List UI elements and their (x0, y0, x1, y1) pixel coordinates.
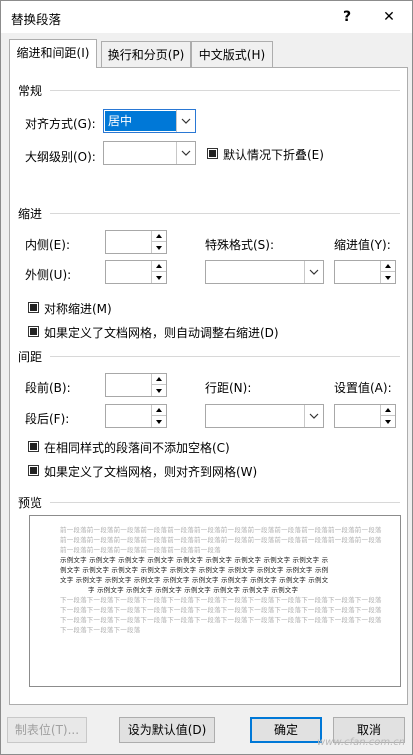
spacing-at-label: 设置值(A): (334, 381, 392, 395)
tab-panel: 常规 对齐方式(G): 居中 大纲级别(O): 默认情况下折叠(E) 缩进 内侧… (9, 67, 408, 705)
special-indent-label: 特殊格式(S): (205, 238, 275, 252)
preview-previous-paragraph: 前一段落前一段落前一段落前一段落前一段落前一段落 (60, 546, 221, 554)
preview-sample-text: 示例文字 示例文字 示例文字 示例文字 示例文字 示例文字 示例文字 示例文字 … (60, 556, 329, 564)
alignment-label: 对齐方式(G): (25, 117, 96, 131)
spacing-at-spinner[interactable] (334, 404, 396, 428)
spin-down-icon[interactable] (381, 272, 395, 283)
spacing-after-spinner[interactable] (105, 404, 167, 428)
indent-left-spinner[interactable] (105, 230, 167, 254)
spin-down-icon[interactable] (152, 385, 166, 396)
preview-previous-paragraph: 前一段落前一段落前一段落前一段落前一段落前一段落前一段落前一段落前一段落前一段落… (60, 526, 382, 534)
preview-box: 前一段落前一段落前一段落前一段落前一段落前一段落前一段落前一段落前一段落前一段落… (29, 515, 401, 687)
spin-buttons (380, 261, 395, 283)
snap-to-grid-checkbox[interactable] (28, 465, 39, 476)
spin-buttons (151, 231, 166, 253)
auto-adjust-right-indent-checkbox[interactable] (28, 326, 39, 337)
spin-buttons (380, 405, 395, 427)
indent-left-label: 内侧(E): (25, 238, 70, 252)
no-space-same-style-checkbox[interactable] (28, 441, 39, 452)
spin-down-icon[interactable] (152, 272, 166, 283)
indent-by-label: 缩进值(Y): (334, 238, 391, 252)
mirror-indents-checkbox[interactable] (28, 302, 39, 313)
collapse-by-default-checkbox[interactable] (207, 148, 218, 159)
collapse-by-default-label: 默认情况下折叠(E) (223, 148, 324, 162)
mirror-indents-label: 对称缩进(M) (44, 302, 112, 316)
preview-next-paragraph: 下一段落下一段落下一段落下一段落下一段落下一段落下一段落下一段落下一段落下一段落… (60, 616, 382, 624)
general-heading: 常规 (18, 84, 43, 98)
spin-up-icon[interactable] (152, 261, 166, 272)
paragraph-dialog: 替换段落 ? ✕ 缩进和间距(I) 换行和分页(P) 中文版式(H) 常规 对齐… (0, 0, 413, 755)
outline-level-label: 大纲级别(O): (25, 150, 96, 164)
spin-down-icon[interactable] (152, 416, 166, 427)
indent-right-spinner[interactable] (105, 260, 167, 284)
spin-up-icon[interactable] (381, 261, 395, 272)
help-icon[interactable]: ? (335, 5, 359, 29)
tab-line-page-breaks[interactable]: 换行和分页(P) (101, 41, 191, 68)
line-spacing-select[interactable] (205, 404, 324, 428)
divider (50, 356, 400, 357)
indent-by-spinner[interactable] (334, 260, 396, 284)
divider (50, 213, 400, 214)
indent-right-label: 外侧(U): (25, 268, 72, 282)
preview-next-paragraph: 下一段落下一段落下一段落 (60, 626, 141, 634)
preview-next-paragraph: 下一段落下一段落下一段落下一段落下一段落下一段落下一段落下一段落下一段落下一段落… (60, 606, 382, 614)
spin-buttons (151, 374, 166, 396)
chevron-down-icon[interactable] (176, 110, 195, 132)
preview-next-paragraph: 下一段落下一段落下一段落下一段落下一段落下一段落下一段落下一段落下一段落下一段落… (60, 596, 382, 604)
watermark: www.cfan.com.cn (317, 737, 406, 748)
title-bar: 替换段落 ? ✕ (1, 1, 412, 33)
outline-level-select[interactable] (103, 141, 196, 165)
chevron-down-icon[interactable] (304, 261, 323, 283)
spin-down-icon[interactable] (152, 242, 166, 253)
spin-up-icon[interactable] (152, 374, 166, 385)
close-icon[interactable]: ✕ (377, 5, 401, 29)
auto-adjust-right-indent-label: 如果定义了文档网格，则自动调整右缩进(D) (44, 326, 279, 340)
spin-up-icon[interactable] (152, 405, 166, 416)
spin-buttons (151, 405, 166, 427)
preview-previous-paragraph: 前一段落前一段落前一段落前一段落前一段落前一段落前一段落前一段落前一段落前一段落… (60, 536, 382, 544)
chevron-down-icon[interactable] (304, 405, 323, 427)
ok-button[interactable]: 确定 (250, 717, 322, 743)
spacing-before-label: 段前(B): (25, 381, 71, 395)
preview-heading: 预览 (18, 496, 43, 510)
divider (50, 502, 400, 503)
set-default-button[interactable]: 设为默认值(D) (119, 717, 215, 743)
preview-sample-text: 例文字 示例文字 示例文字 示例文字 示例文字 示例文字 示例文字 示例文字 示… (60, 566, 329, 574)
tab-indents-spacing[interactable]: 缩进和间距(I) (9, 39, 97, 68)
dialog-title: 替换段落 (11, 12, 62, 27)
chevron-down-icon[interactable] (176, 142, 195, 164)
snap-to-grid-label: 如果定义了文档网格，则对齐到网格(W) (44, 465, 258, 479)
spin-up-icon[interactable] (152, 231, 166, 242)
spin-buttons (151, 261, 166, 283)
no-space-same-style-label: 在相同样式的段落间不添加空格(C) (44, 441, 230, 455)
indent-heading: 缩进 (18, 207, 43, 221)
tabs-button[interactable]: 制表位(T)... (7, 717, 87, 743)
line-spacing-label: 行距(N): (205, 381, 252, 395)
special-indent-select[interactable] (205, 260, 324, 284)
tab-asian-typography[interactable]: 中文版式(H) (191, 41, 273, 68)
spacing-heading: 间距 (18, 350, 43, 364)
spacing-after-label: 段后(F): (25, 412, 70, 426)
spin-up-icon[interactable] (381, 405, 395, 416)
spacing-before-spinner[interactable] (105, 373, 167, 397)
spin-down-icon[interactable] (381, 416, 395, 427)
preview-sample-text: 字 示例文字 示例文字 示例文字 示例文字 示例文字 示例文字 示例文字 (88, 586, 299, 594)
divider (50, 90, 400, 91)
alignment-select[interactable]: 居中 (103, 109, 196, 133)
preview-sample-text: 文字 示例文字 示例文字 示例文字 示例文字 示例文字 示例文字 示例文字 示例… (60, 576, 329, 584)
alignment-value: 居中 (105, 111, 176, 131)
